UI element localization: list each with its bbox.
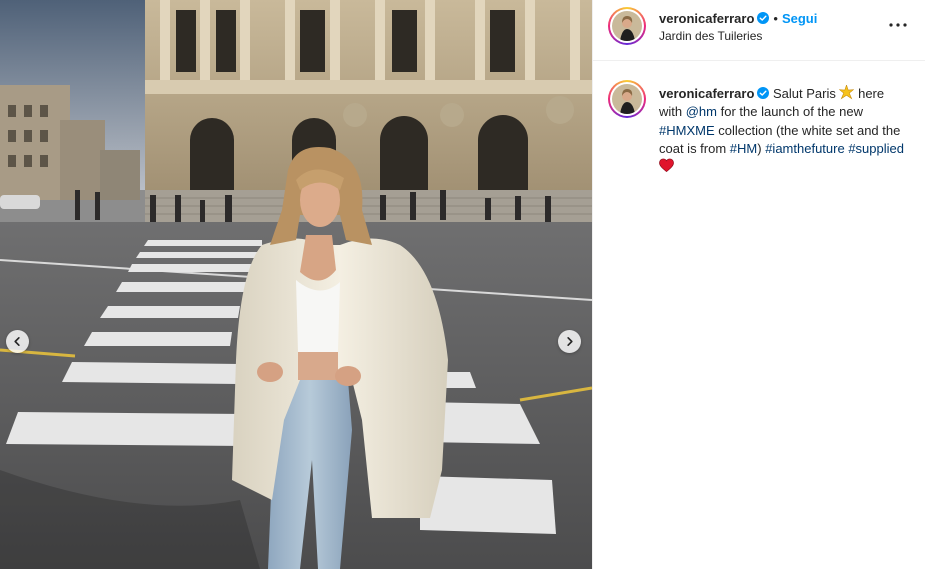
caption-text: veronicaferraro Salut Paris here with @h…	[659, 85, 909, 176]
verified-badge-icon	[757, 12, 770, 24]
caption-segment: for the launch of the new	[717, 104, 863, 120]
post-photo[interactable]	[0, 0, 592, 569]
more-options-button[interactable]	[889, 16, 907, 34]
avatar-picture	[612, 11, 642, 41]
chevron-right-icon	[567, 337, 573, 346]
username-link[interactable]: veronicaferraro	[659, 11, 754, 26]
header-user-line: veronicaferraro • Segui	[659, 10, 817, 28]
avatar-image	[612, 11, 642, 41]
mention-link[interactable]: @hm	[686, 104, 717, 119]
hashtag-link[interactable]: #HMXME	[659, 123, 715, 138]
carousel-prev-button[interactable]	[6, 330, 29, 353]
separator-dot: •	[773, 11, 778, 26]
post-side-panel: veronicaferraro • Segui Jardin des Tuileri…	[592, 0, 925, 569]
post-header: veronicaferraro • Segui Jardin des Tuileri…	[593, 0, 925, 61]
heart-icon	[659, 158, 674, 173]
more-horizontal-icon	[889, 23, 907, 27]
verified-badge-icon	[757, 87, 770, 99]
carousel-next-button[interactable]	[558, 330, 581, 353]
caption-username-link[interactable]: veronicaferraro	[659, 86, 754, 101]
photo-scene	[0, 0, 592, 569]
sparkle-icon	[839, 85, 855, 100]
hashtag-link[interactable]: #HM	[730, 141, 757, 156]
caption-segment: )	[757, 140, 766, 156]
chevron-left-icon	[14, 337, 20, 346]
hashtag-link[interactable]: #supplied	[848, 141, 904, 156]
hashtag-link[interactable]: #iamthefuture	[765, 141, 845, 156]
caption-row: veronicaferraro Salut Paris here with @h…	[593, 61, 925, 176]
location-link[interactable]: Jardin des Tuileries	[659, 29, 762, 43]
avatar[interactable]	[608, 7, 646, 45]
follow-button[interactable]: Segui	[782, 11, 817, 26]
caption-segment: Salut Paris	[769, 86, 840, 101]
